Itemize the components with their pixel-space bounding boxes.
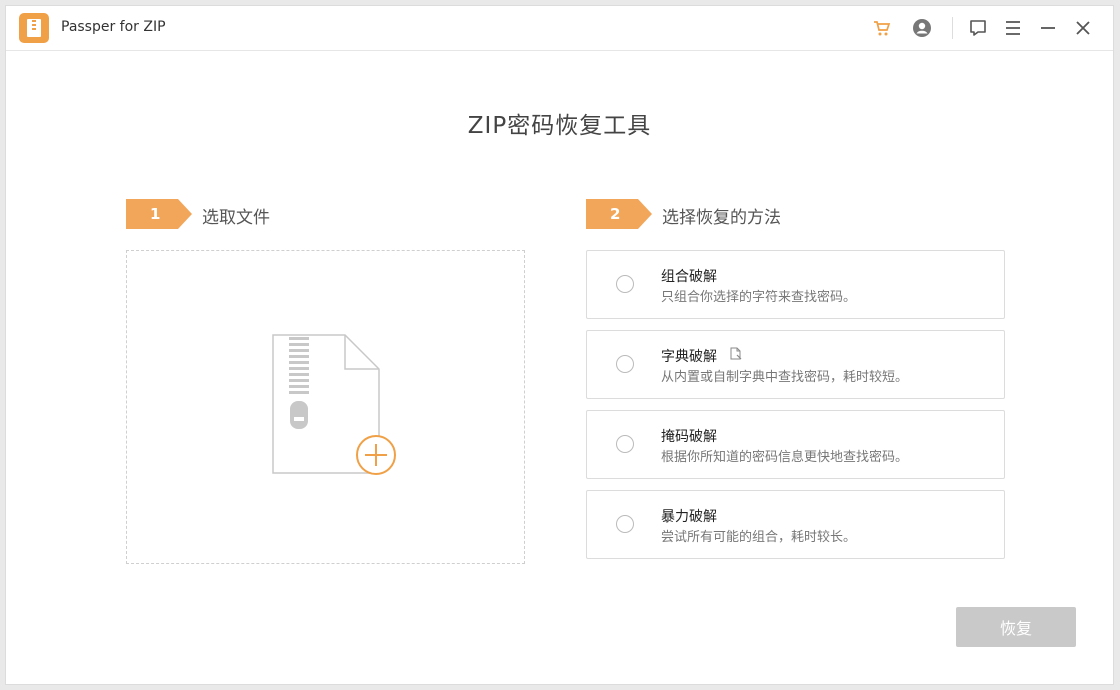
option-radio[interactable] bbox=[616, 275, 634, 293]
option-title: 掩码破解 bbox=[661, 429, 717, 445]
option-description: 从内置或自制字典中查找密码，耗时较短。 bbox=[661, 370, 909, 385]
app-window: Passper for ZIP ZIP密码恢复工具 1 选取文件 2 选择恢复的… bbox=[5, 5, 1114, 685]
dictionary-file-icon[interactable] bbox=[729, 346, 743, 360]
menu-icon[interactable] bbox=[1001, 16, 1025, 40]
option-title: 字典破解 bbox=[661, 349, 717, 365]
option-description: 只组合你选择的字符来查找密码。 bbox=[661, 290, 857, 305]
option-radio[interactable] bbox=[616, 435, 634, 453]
option-radio[interactable] bbox=[616, 355, 634, 373]
cart-icon[interactable] bbox=[870, 16, 894, 40]
option-title: 暴力破解 bbox=[661, 509, 717, 525]
option-mask-attack[interactable]: 掩码破解 根据你所知道的密码信息更快地查找密码。 bbox=[586, 410, 1005, 479]
app-title: Passper for ZIP bbox=[61, 19, 166, 35]
file-drop-zone[interactable] bbox=[126, 250, 525, 564]
recover-button[interactable]: 恢复 bbox=[956, 607, 1076, 647]
close-icon[interactable] bbox=[1071, 16, 1095, 40]
step-2-label: 选择恢复的方法 bbox=[662, 208, 781, 228]
option-description: 尝试所有可能的组合，耗时较长。 bbox=[661, 530, 857, 545]
page-title: ZIP密码恢复工具 bbox=[467, 113, 652, 139]
feedback-icon[interactable] bbox=[966, 16, 990, 40]
app-logo bbox=[19, 13, 49, 43]
option-brute-force-attack[interactable]: 暴力破解 尝试所有可能的组合，耗时较长。 bbox=[586, 490, 1005, 559]
option-dictionary-attack[interactable]: 字典破解 从内置或自制字典中查找密码，耗时较短。 bbox=[586, 330, 1005, 399]
option-description: 根据你所知道的密码信息更快地查找密码。 bbox=[661, 450, 909, 465]
account-icon[interactable] bbox=[910, 16, 934, 40]
title-bar-separator bbox=[952, 17, 953, 39]
step-2-badge: 2 bbox=[586, 199, 652, 229]
option-title: 组合破解 bbox=[661, 269, 717, 285]
title-bar: Passper for ZIP bbox=[6, 6, 1113, 51]
step-1-label: 选取文件 bbox=[202, 208, 270, 228]
option-radio[interactable] bbox=[616, 515, 634, 533]
option-combination-attack[interactable]: 组合破解 只组合你选择的字符来查找密码。 bbox=[586, 250, 1005, 319]
minimize-icon[interactable] bbox=[1036, 16, 1060, 40]
step-1-badge: 1 bbox=[126, 199, 192, 229]
add-zip-file-icon[interactable] bbox=[271, 333, 401, 478]
